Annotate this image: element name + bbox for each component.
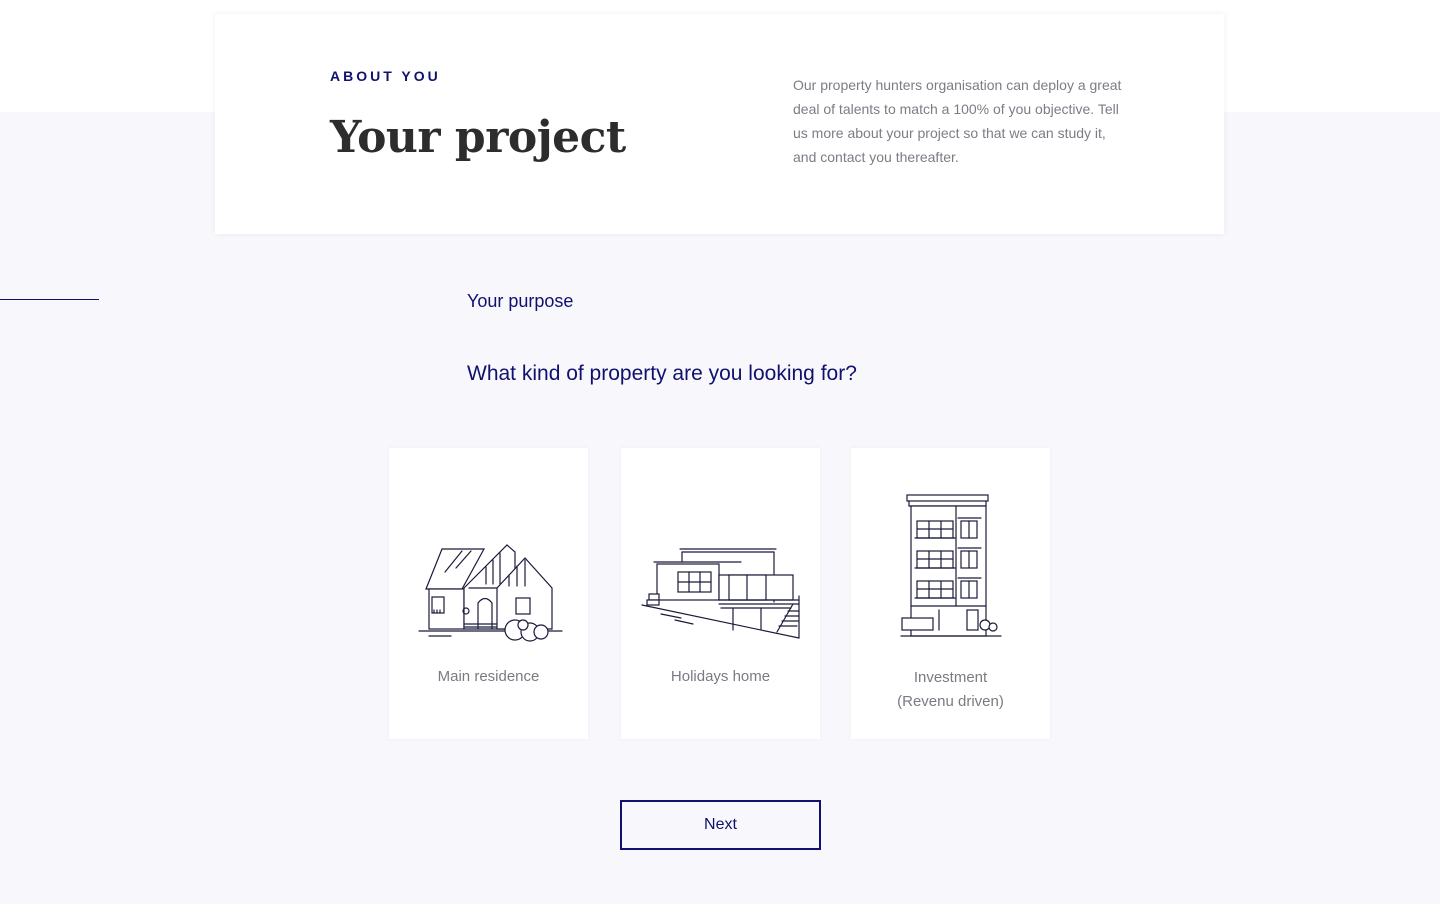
header-card: ABOUT YOU Your project Our property hunt…	[215, 14, 1224, 234]
section-label: Your purpose	[467, 291, 574, 311]
option-label: Main residence	[437, 668, 540, 685]
option-holidays-home[interactable]: Holidays home	[621, 448, 820, 739]
option-main-residence[interactable]: Main residence	[389, 448, 588, 739]
intro-text: Our property hunters organisation can de…	[793, 77, 1122, 165]
house-icon	[418, 544, 563, 642]
apartment-building-icon	[900, 494, 1002, 637]
option-label-line1: Investment	[913, 669, 988, 686]
section-eyebrow: ABOUT YOU	[330, 68, 441, 84]
option-investment[interactable]: Investment (Revenu driven)	[851, 448, 1050, 739]
option-label: Holidays home	[670, 668, 771, 685]
question-heading: What kind of property are you looking fo…	[467, 362, 857, 385]
villa-icon	[641, 548, 800, 639]
option-label-line2: (Revenu driven)	[897, 693, 1004, 710]
next-button[interactable]: Next	[620, 800, 821, 850]
page-title: Your project	[330, 112, 626, 163]
step-indicator-line	[0, 299, 99, 300]
